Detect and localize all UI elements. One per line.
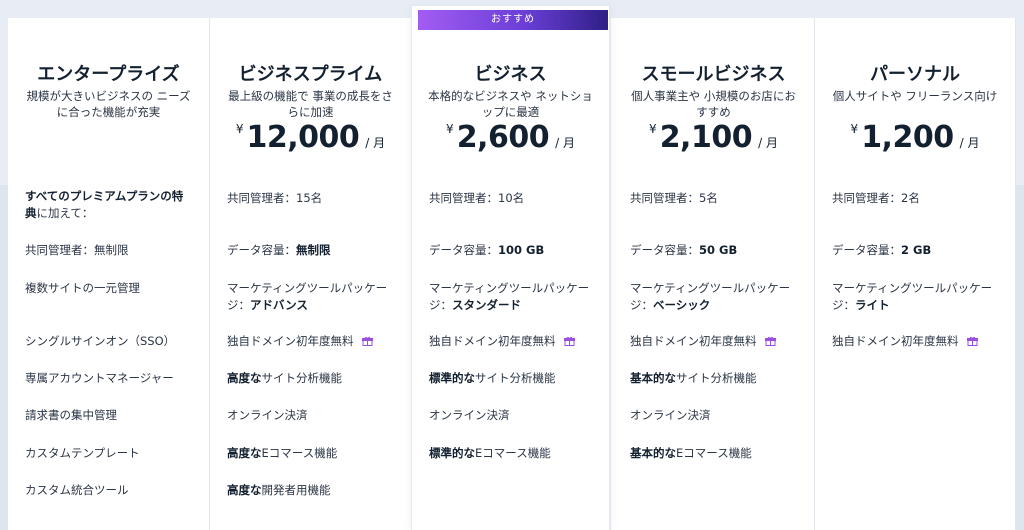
- left-edge: [0, 185, 8, 530]
- feature-admins: 共同管理者：無制限: [25, 243, 129, 257]
- gift-icon: [563, 336, 575, 346]
- feature-storage: データ容量：50 GB: [630, 243, 738, 257]
- plan-price: ¥12,000 / 月: [210, 120, 411, 155]
- plan-card-personal[interactable]: パーソナル 個人サイトや フリーランス向け ¥1,200 / 月 共同管理者：2名…: [815, 18, 1016, 530]
- feature-storage: データ容量：100 GB: [429, 243, 545, 257]
- feature-analytics: 高度なサイト分析機能: [227, 371, 342, 385]
- feature-marketing: マーケティングツールパッケージ：スタンダード: [429, 281, 590, 312]
- feature-invoices: 請求書の集中管理: [25, 408, 117, 422]
- plan-description: 個人事業主や 小規模のお店におすすめ: [631, 89, 796, 119]
- price-amount: 1,200: [861, 120, 954, 155]
- feature-domain: 独自ドメイン初年度無料: [630, 333, 802, 350]
- feature-ecommerce: 標準的なEコマース機能: [429, 446, 551, 460]
- feature-integrations: カスタム統合ツール: [25, 483, 129, 497]
- feature-ecommerce: 高度なEコマース機能: [227, 446, 338, 460]
- price-amount: 2,100: [659, 120, 753, 155]
- feature-admins: 共同管理者：2名: [832, 191, 920, 205]
- feature-storage: データ容量：無制限: [227, 243, 331, 257]
- feature-account-manager: 専属アカウントマネージャー: [25, 371, 174, 385]
- plan-description: 本格的なビジネスや ネットショップに最適: [428, 89, 593, 119]
- feature-domain: 独自ドメイン初年度無料: [429, 333, 597, 350]
- feature-admins: 共同管理者：15名: [227, 191, 323, 205]
- right-edge: [1016, 185, 1024, 530]
- plan-name: エンタープライズ: [37, 64, 180, 85]
- recommended-badge: おすすめ: [418, 10, 608, 30]
- feature-storage: データ容量：2 GB: [832, 243, 932, 257]
- plan-name: パーソナル: [870, 64, 960, 85]
- feature-marketing: マーケティングツールパッケージ：ライト: [832, 281, 993, 312]
- feature-analytics: 基本的なサイト分析機能: [630, 371, 757, 385]
- feature-marketing: マーケティングツールパッケージ：ベーシック: [630, 281, 791, 312]
- plan-price: ¥1,200 / 月: [815, 120, 1015, 155]
- gift-icon: [361, 336, 373, 346]
- feature-developer: 高度な開発者用機能: [227, 483, 331, 497]
- feature-payment: オンライン決済: [227, 408, 308, 422]
- feature-marketing: マーケティングツールパッケージ：アドバンス: [227, 281, 388, 312]
- price-period: / 月: [365, 136, 386, 150]
- price-amount: 12,000: [246, 120, 360, 155]
- feature-sso: シングルサインオン（SSO）: [25, 334, 176, 348]
- plan-card-small-business[interactable]: スモールビジネス 個人事業主や 小規模のお店におすすめ ¥2,100 / 月 共同…: [613, 18, 815, 530]
- plan-price: ¥2,100 / 月: [613, 120, 814, 155]
- price-period: / 月: [555, 136, 575, 150]
- feature-payment: オンライン決済: [630, 408, 711, 422]
- feature-intro-rest: に加えて：: [36, 206, 94, 220]
- feature-domain: 独自ドメイン初年度無料: [227, 333, 399, 350]
- plan-name: ビジネスプライム: [238, 64, 383, 85]
- plan-description: 最上級の機能で 事業の成長をさらに加速: [228, 89, 393, 119]
- feature-admins: 共同管理者：10名: [429, 191, 525, 205]
- gift-icon: [764, 336, 776, 346]
- price-period: / 月: [758, 136, 778, 150]
- plan-card-business[interactable]: おすすめ ビジネス 本格的なビジネスや ネットショップに最適 ¥2,600 / 月…: [412, 6, 610, 530]
- feature-ecommerce: 基本的なEコマース機能: [630, 446, 752, 460]
- feature-analytics: 標準的なサイト分析機能: [429, 371, 556, 385]
- plan-name: ビジネス: [474, 64, 547, 85]
- feature-payment: オンライン決済: [429, 408, 510, 422]
- plan-description: 個人サイトや フリーランス向け: [832, 89, 998, 103]
- feature-domain: 独自ドメイン初年度無料: [832, 333, 1003, 350]
- plan-description: 規模が大きいビジネスの ニーズに合った機能が充実: [26, 89, 191, 119]
- feature-templates: カスタムテンプレート: [25, 446, 140, 460]
- plan-card-enterprise[interactable]: エンタープライズ 規模が大きいビジネスの ニーズに合った機能が充実 すべてのプレ…: [8, 18, 210, 530]
- price-amount: 2,600: [456, 120, 550, 155]
- feature-multisite: 複数サイトの一元管理: [25, 281, 140, 295]
- currency-symbol: ¥: [446, 122, 454, 136]
- feature-admins: 共同管理者：5名: [630, 191, 718, 205]
- price-period: / 月: [959, 136, 980, 150]
- plan-card-business-prime[interactable]: ビジネスプライム 最上級の機能で 事業の成長をさらに加速 ¥12,000/ 月 …: [210, 18, 412, 530]
- currency-symbol: ¥: [235, 122, 244, 136]
- plan-name: スモールビジネス: [641, 64, 786, 85]
- feature-intro: すべてのプレミアムプランの特典に加えて：: [25, 188, 193, 222]
- plan-price: ¥2,600 / 月: [412, 120, 609, 155]
- currency-symbol: ¥: [649, 122, 657, 136]
- currency-symbol: ¥: [850, 122, 859, 136]
- gift-icon: [966, 336, 978, 346]
